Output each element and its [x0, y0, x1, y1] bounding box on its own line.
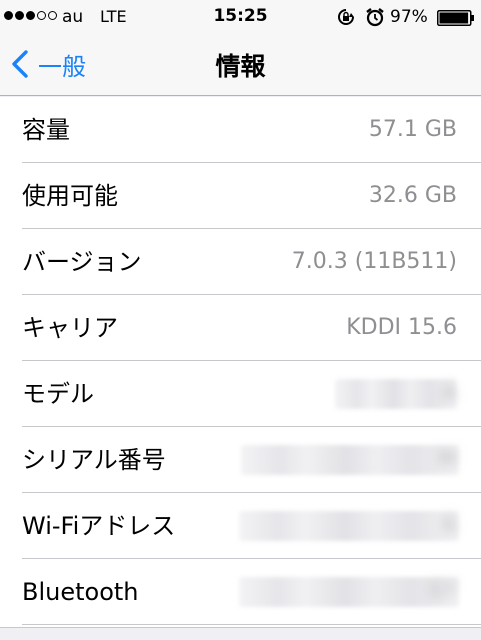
row-label-wifi-address: Wi-Fiアドレス [22, 512, 176, 540]
row-value-serial: M [438, 447, 457, 472]
row-value-wifi-address: 6 [443, 513, 457, 538]
table-footer-background [0, 627, 481, 640]
redacted-value-blur [241, 445, 459, 475]
row-value-available: 32.6 GB [368, 183, 457, 208]
table-row: 使用可能 32.6 GB [0, 163, 481, 229]
redacted-value-blur [239, 577, 459, 607]
battery-icon [437, 10, 474, 26]
row-value-model: A [441, 381, 457, 406]
navigation-bar: 一般 情報 [0, 34, 481, 96]
table-row: キャリア KDDI 15.6 [0, 295, 481, 361]
battery-percent: 97% [390, 7, 428, 27]
alarm-icon [366, 8, 384, 27]
row-value-bluetooth: 07 [429, 579, 457, 604]
row-label-available: 使用可能 [22, 182, 118, 210]
row-label-bluetooth: Bluetooth [22, 578, 139, 606]
table-row: Wi-Fiアドレス 6 [0, 493, 481, 559]
info-table: 容量 57.1 GB 使用可能 32.6 GB バージョン 7.0.3 (11B… [0, 97, 481, 627]
settings-about-screen: au LTE 15:25 97% 一般 情報 容量 57.1 GB 使用可能 3… [0, 0, 481, 640]
table-row: 容量 57.1 GB [0, 97, 481, 163]
redacted-value-blur [239, 511, 459, 541]
table-row: モデル A [0, 361, 481, 427]
table-row: バージョン 7.0.3 (11B511) [0, 229, 481, 295]
row-label-carrier: キャリア [22, 314, 118, 342]
row-value-version: 7.0.3 (11B511) [291, 249, 457, 274]
redacted-value-blur [335, 379, 457, 409]
page-title: 情報 [215, 52, 266, 81]
row-label-version: バージョン [22, 248, 142, 276]
row-label-model: モデル [22, 380, 94, 408]
status-bar: au LTE 15:25 97% [0, 0, 481, 34]
row-label-serial: シリアル番号 [22, 446, 166, 474]
row-label-capacity: 容量 [22, 116, 70, 144]
table-row: シリアル番号 M [0, 427, 481, 493]
table-row: Bluetooth 07 [0, 559, 481, 625]
row-value-capacity: 57.1 GB [368, 117, 457, 142]
orientation-lock-icon [338, 9, 354, 25]
row-value-carrier: KDDI 15.6 [346, 315, 457, 340]
